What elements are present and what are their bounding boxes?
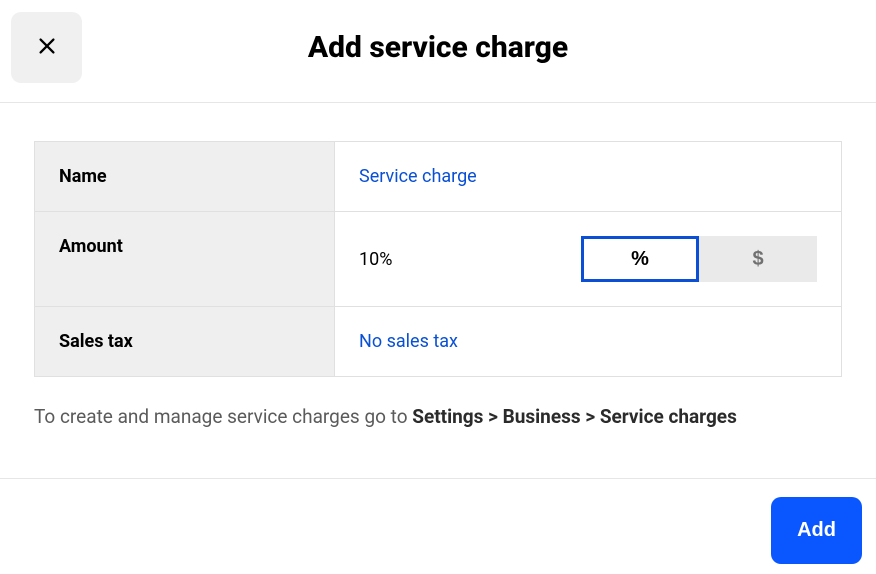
value-sales-tax-cell[interactable]: No sales tax — [335, 307, 841, 376]
amount-value[interactable]: 10% — [359, 249, 392, 270]
amount-type-toggle: % $ — [581, 236, 817, 282]
page-title: Add service charge — [308, 30, 568, 65]
label-amount: Amount — [35, 212, 335, 306]
help-path: Settings > Business > Service charges — [412, 405, 737, 428]
close-icon — [36, 35, 58, 60]
help-prefix: To create and manage service charges go … — [34, 405, 412, 428]
value-amount-cell: 10% % $ — [335, 212, 841, 306]
label-sales-tax: Sales tax — [35, 307, 335, 376]
label-name: Name — [35, 142, 335, 211]
modal-header: Add service charge — [0, 0, 876, 103]
row-name: Name Service charge — [35, 142, 841, 212]
modal-content: Name Service charge Amount 10% % $ Sales… — [0, 103, 876, 433]
row-amount: Amount 10% % $ — [35, 212, 841, 307]
sales-tax-value[interactable]: No sales tax — [359, 331, 458, 352]
close-button[interactable] — [11, 12, 82, 83]
toggle-currency-button[interactable]: $ — [699, 236, 817, 282]
name-value[interactable]: Service charge — [359, 166, 477, 187]
add-button[interactable]: Add — [771, 497, 862, 564]
help-text: To create and manage service charges go … — [34, 401, 842, 433]
modal-footer: Add — [0, 478, 876, 574]
toggle-percent-button[interactable]: % — [581, 236, 699, 282]
value-name-cell[interactable]: Service charge — [335, 142, 841, 211]
row-sales-tax: Sales tax No sales tax — [35, 307, 841, 376]
form-table: Name Service charge Amount 10% % $ Sales… — [34, 141, 842, 377]
